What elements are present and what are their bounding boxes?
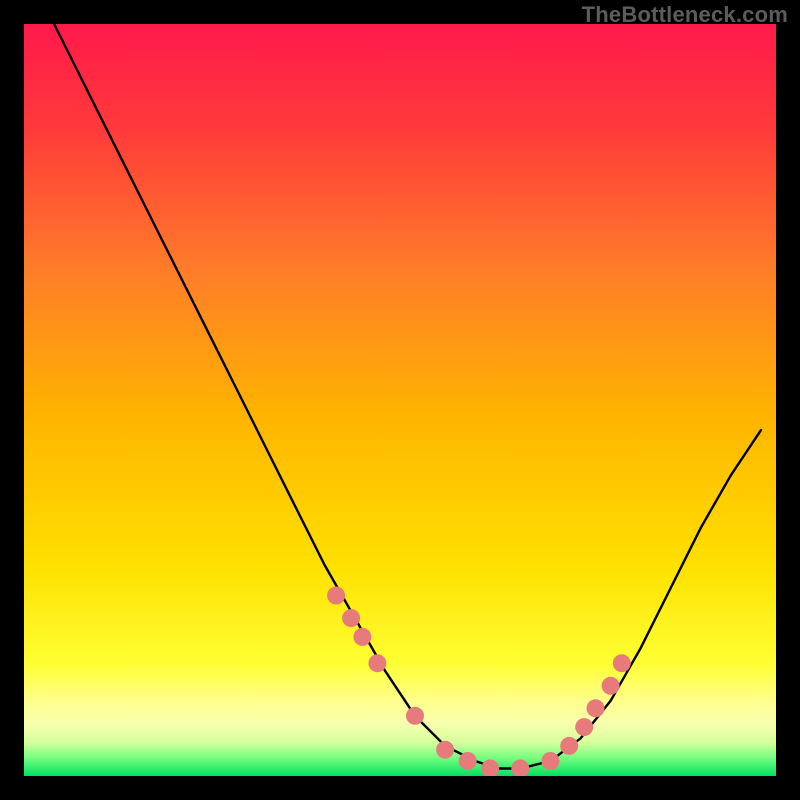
highlight-dot <box>368 654 386 672</box>
highlight-dot <box>575 718 593 736</box>
highlight-dot <box>613 654 631 672</box>
highlight-dot <box>436 741 454 759</box>
highlight-dot <box>353 628 371 646</box>
highlight-dot <box>327 587 345 605</box>
highlight-dot <box>602 677 620 695</box>
chart-frame <box>24 24 776 776</box>
bottleneck-chart <box>24 24 776 776</box>
highlight-dot <box>587 699 605 717</box>
highlight-dot <box>560 737 578 755</box>
watermark-text: TheBottleneck.com <box>582 2 788 28</box>
highlight-dot <box>459 752 477 770</box>
highlight-dot <box>541 752 559 770</box>
gradient-background <box>24 24 776 776</box>
highlight-dot <box>342 609 360 627</box>
highlight-dot <box>406 707 424 725</box>
